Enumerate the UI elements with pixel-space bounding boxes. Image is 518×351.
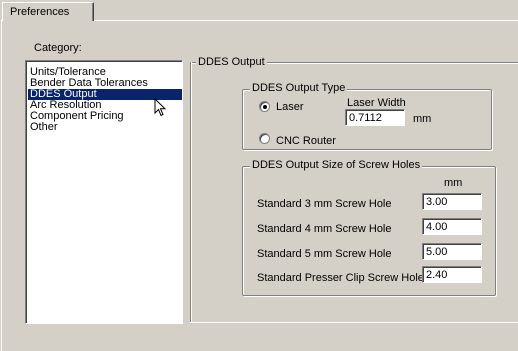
tab-preferences[interactable]: Preferences (2, 2, 94, 21)
screw-hole-3mm-input[interactable] (422, 193, 482, 210)
presser-clip-hole-input[interactable] (422, 266, 482, 283)
screw-holes-title: DDES Output Size of Screw Holes (250, 159, 423, 171)
radio-selected-dot (263, 105, 267, 109)
laser-radio-label[interactable]: Laser (276, 101, 304, 113)
tab-preferences-label: Preferences (10, 6, 70, 18)
screw-hole-3mm-label: Standard 3 mm Screw Hole (257, 198, 392, 210)
cnc-router-radio[interactable] (259, 133, 270, 144)
screw-hole-5mm-input[interactable] (422, 243, 482, 260)
list-item-other[interactable]: Other (28, 122, 60, 133)
laser-width-unit: mm (413, 113, 432, 125)
screw-holes-unit: mm (444, 177, 463, 189)
pane-title: DDES Output (196, 56, 267, 68)
category-label: Category: (34, 42, 82, 54)
pane-border-bottom (190, 322, 518, 323)
screw-hole-4mm-label: Standard 4 mm Screw Hole (257, 223, 392, 235)
laser-width-input[interactable] (345, 109, 405, 126)
cnc-router-radio-label[interactable]: CNC Router (276, 135, 336, 147)
laser-width-label: Laser Width (347, 97, 406, 109)
presser-clip-hole-label: Standard Presser Clip Screw Hole (257, 272, 424, 284)
screw-hole-5mm-label: Standard 5 mm Screw Hole (257, 248, 392, 260)
screw-hole-4mm-input[interactable] (422, 218, 482, 235)
pane-border-left (190, 62, 191, 322)
arrow-cursor-icon (154, 98, 167, 117)
output-type-title: DDES Output Type (250, 82, 348, 94)
laser-radio[interactable] (259, 101, 270, 112)
